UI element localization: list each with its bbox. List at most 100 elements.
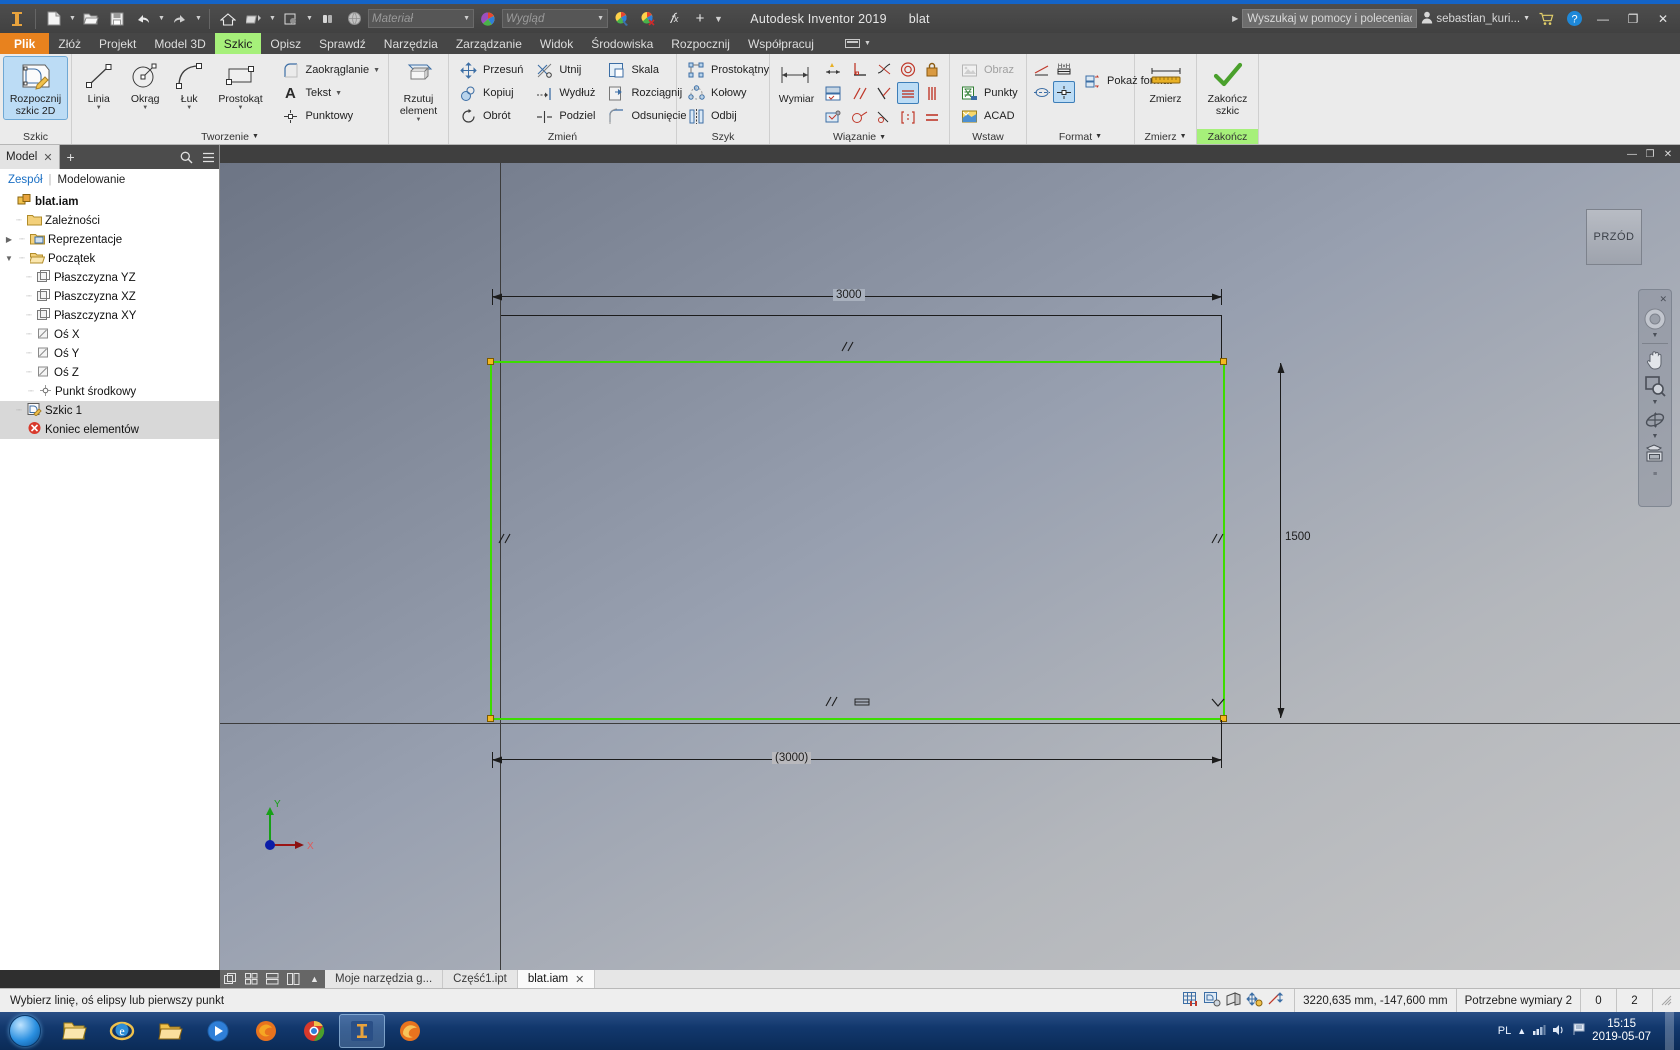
vertical-constraint-icon[interactable]	[921, 82, 943, 104]
new-file-icon[interactable]	[42, 7, 66, 31]
browser-add-tab-icon[interactable]: +	[60, 145, 82, 169]
line-button[interactable]: Linia ▼	[76, 57, 121, 113]
equal-constraint-icon[interactable]	[921, 106, 943, 128]
extend-button[interactable]: Wydłuż	[529, 82, 599, 104]
centerline-icon[interactable]	[1031, 81, 1053, 103]
constraint-glyph-parallel-bottom[interactable]	[824, 696, 840, 711]
ribbon-tab-zarzadzanie[interactable]: Zarządzanie	[447, 33, 531, 54]
constrain-group-expand-icon[interactable]: ▼	[879, 134, 886, 141]
constraint-glyph-parallel-right[interactable]	[1210, 533, 1226, 548]
taskbar-firefox[interactable]	[243, 1014, 289, 1048]
navbar-more-icon[interactable]: ≡	[1653, 471, 1657, 478]
tree-node-plane-xy[interactable]: ┈ Płaszczyzna XY	[0, 306, 219, 325]
show-constraints-icon[interactable]	[822, 82, 844, 104]
tile-icon[interactable]	[220, 970, 241, 988]
tree-node-end-of-features[interactable]: Koniec elementów	[0, 420, 219, 439]
circle-button[interactable]: Okrąg ▼	[122, 57, 167, 113]
start-2d-sketch-button[interactable]: Rozpocznij szkic 2D	[3, 55, 68, 121]
browser-view-assembly[interactable]: Zespół	[8, 174, 43, 186]
constraint-glyph-coincident[interactable]	[1210, 697, 1226, 714]
save-icon[interactable]	[105, 7, 129, 31]
concentric-constraint-icon[interactable]	[897, 58, 919, 80]
sketch-point-top-right[interactable]	[1220, 358, 1227, 365]
sketch-line-left[interactable]	[490, 361, 492, 720]
equal-length-constraint-icon[interactable]	[897, 106, 919, 128]
tree-node-reprezentacje[interactable]: ▶ ┈ Reprezentacje	[0, 230, 219, 249]
browser-view-modeling[interactable]: Modelowanie	[58, 174, 126, 186]
dimension-top-width[interactable]: 3000	[833, 289, 865, 301]
auto-dimension-icon[interactable]	[822, 58, 844, 80]
open-file-icon[interactable]	[79, 7, 103, 31]
up-arrow-icon[interactable]: ▲	[304, 970, 325, 988]
circle-dropdown-icon[interactable]: ▼	[142, 105, 148, 111]
dof-icon[interactable]	[1246, 991, 1263, 1010]
show-desktop-button[interactable]	[1665, 1012, 1674, 1050]
tree-node-center-point[interactable]: ┈ Punkt środkowy	[0, 382, 219, 401]
material-globe-icon[interactable]	[342, 7, 366, 31]
fillet-dropdown-icon[interactable]: ▼	[373, 67, 380, 74]
doc-minimize-button[interactable]: —	[1624, 147, 1640, 161]
tree-node-blat-iam[interactable]: blat.iam	[0, 192, 219, 211]
coincident-constraint-icon[interactable]	[873, 82, 895, 104]
status-resize-grip[interactable]	[1652, 989, 1680, 1012]
horizontal-constraint-icon[interactable]	[897, 82, 919, 104]
tree-node-axis-y[interactable]: ┈ Oś Y	[0, 344, 219, 363]
construction-line-icon[interactable]	[1031, 58, 1053, 80]
fix-constraint-icon[interactable]	[921, 58, 943, 80]
taskbar-media-player[interactable]	[195, 1014, 241, 1048]
parallel-constraint-icon[interactable]	[849, 82, 871, 104]
move-button[interactable]: Przesuń	[453, 59, 527, 81]
help-search-input[interactable]: Wyszukaj w pomocy i poleceniach	[1242, 9, 1418, 28]
tree-node-szkic-1[interactable]: ┈ Szkic 1	[0, 401, 219, 420]
minimize-button[interactable]: —	[1590, 6, 1616, 31]
material-swatch-icon[interactable]	[316, 7, 340, 31]
material-color-wheel-icon[interactable]	[476, 7, 500, 31]
mirror-button[interactable]: Odbij	[681, 105, 773, 127]
columns-icon[interactable]	[283, 970, 304, 988]
appearance-picker-icon[interactable]	[610, 7, 634, 31]
tree-node-axis-z[interactable]: ┈ Oś Z	[0, 363, 219, 382]
fillet-button[interactable]: Zaokrąglanie ▼	[275, 59, 384, 81]
arc-dropdown-icon[interactable]: ▼	[186, 105, 192, 111]
sketch-point-top-left[interactable]	[487, 358, 494, 365]
insert-acad-button[interactable]: ACAD	[954, 105, 1022, 127]
doc-tab-my-tools[interactable]: Moje narzędzia g...	[325, 970, 444, 988]
tree-node-plane-xz[interactable]: ┈ Płaszczyzna XZ	[0, 287, 219, 306]
taskbar-clock[interactable]: 15:15 2019-05-07	[1592, 1018, 1659, 1044]
close-button[interactable]: ✕	[1650, 6, 1676, 31]
insert-image-button[interactable]: Obraz	[954, 59, 1022, 81]
clear-appearance-dropdown-icon[interactable]: ▼	[305, 15, 314, 22]
dimension-bottom-driven[interactable]: (3000)	[772, 752, 812, 764]
tree-node-poczatek[interactable]: ▼ ┈ Początek	[0, 249, 219, 268]
browser-tab-model[interactable]: Model ✕	[0, 145, 60, 169]
smooth-constraint-icon[interactable]	[849, 106, 871, 128]
constraint-glyph-collinear[interactable]	[854, 697, 872, 712]
undo-icon[interactable]	[131, 7, 155, 31]
symmetric-constraint-icon[interactable]	[873, 106, 895, 128]
snap-grid-icon[interactable]	[1183, 991, 1200, 1010]
split-button[interactable]: Podziel	[529, 105, 599, 127]
ribbon-tab-opisz[interactable]: Opisz	[261, 33, 310, 54]
center-point-icon[interactable]	[1053, 81, 1075, 103]
ribbon-tab-srodowiska[interactable]: Środowiska	[582, 33, 662, 54]
taskbar-inventor[interactable]	[339, 1014, 385, 1048]
ribbon-tab-rozpocznij[interactable]: Rozpocznij	[662, 33, 739, 54]
full-navigation-wheel-icon[interactable]	[1641, 307, 1669, 331]
constraint-glyph-parallel-top[interactable]	[840, 341, 856, 356]
graphics-canvas[interactable]: PRZÓD ✕ ▼ ▼ ▼ ≡ 3000 1500 (3000) Y X	[220, 163, 1680, 970]
create-group-expand-icon[interactable]: ▼	[252, 133, 259, 140]
insert-points-button[interactable]: Punkty	[954, 82, 1022, 104]
dimension-button[interactable]: Wymiar	[774, 57, 819, 107]
orbit-icon[interactable]	[1641, 408, 1669, 432]
doc-tab-close-icon[interactable]: ✕	[575, 973, 584, 986]
grid-icon[interactable]	[241, 970, 262, 988]
ribbon-tab-wspolpracuj[interactable]: Współpracuj	[739, 33, 823, 54]
parameters-fx-icon[interactable]: 𝑓x	[662, 7, 686, 31]
material-combo[interactable]: Materiał ▼	[368, 9, 474, 28]
zoom-dropdown-icon[interactable]: ▼	[1652, 399, 1659, 406]
appearance-combo-chevron-icon[interactable]: ▼	[597, 15, 604, 22]
qat-overflow-icon[interactable]: ▼	[714, 14, 723, 24]
text-dropdown-icon[interactable]: ▼	[335, 90, 342, 97]
maximize-button[interactable]: ❐	[1620, 6, 1646, 31]
perpendicular-constraint-icon[interactable]	[849, 58, 871, 80]
